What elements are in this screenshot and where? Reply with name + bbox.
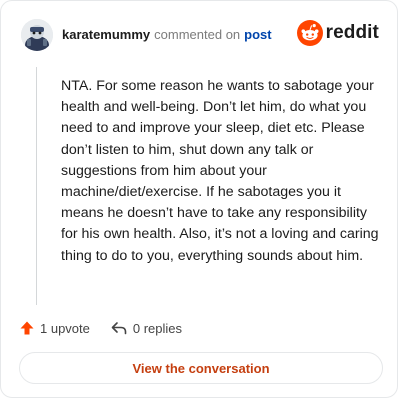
avatar-image xyxy=(21,19,53,51)
replies-button[interactable]: 0 replies xyxy=(110,320,182,336)
comment-header: karatemummy commented on post reddit xyxy=(21,19,379,51)
embedded-comment-card: karatemummy commented on post reddit NTA. … xyxy=(0,0,398,398)
post-link[interactable]: post xyxy=(244,27,271,42)
user-avatar[interactable] xyxy=(21,19,53,51)
thread-line xyxy=(36,67,37,305)
upvote-count: 1 upvote xyxy=(40,320,90,336)
reply-arrow-icon xyxy=(111,322,127,335)
reddit-snoo-icon xyxy=(296,20,323,46)
comment-body: NTA. For some reason he wants to sabotag… xyxy=(61,78,379,264)
comment-actions: 1 upvote 0 replies xyxy=(19,318,182,338)
reddit-wordmark: reddit xyxy=(325,22,379,43)
comment-meta: karatemummy commented on post xyxy=(62,27,272,43)
reddit-logo[interactable]: reddit xyxy=(296,19,379,47)
username-link[interactable]: karatemummy xyxy=(62,27,150,42)
action-text: commented on xyxy=(154,27,241,42)
upvote-button[interactable]: 1 upvote xyxy=(19,320,90,336)
replies-count: 0 replies xyxy=(132,320,183,336)
view-conversation-button[interactable]: View the conversation xyxy=(19,352,383,384)
upvote-arrow-icon xyxy=(20,321,34,335)
